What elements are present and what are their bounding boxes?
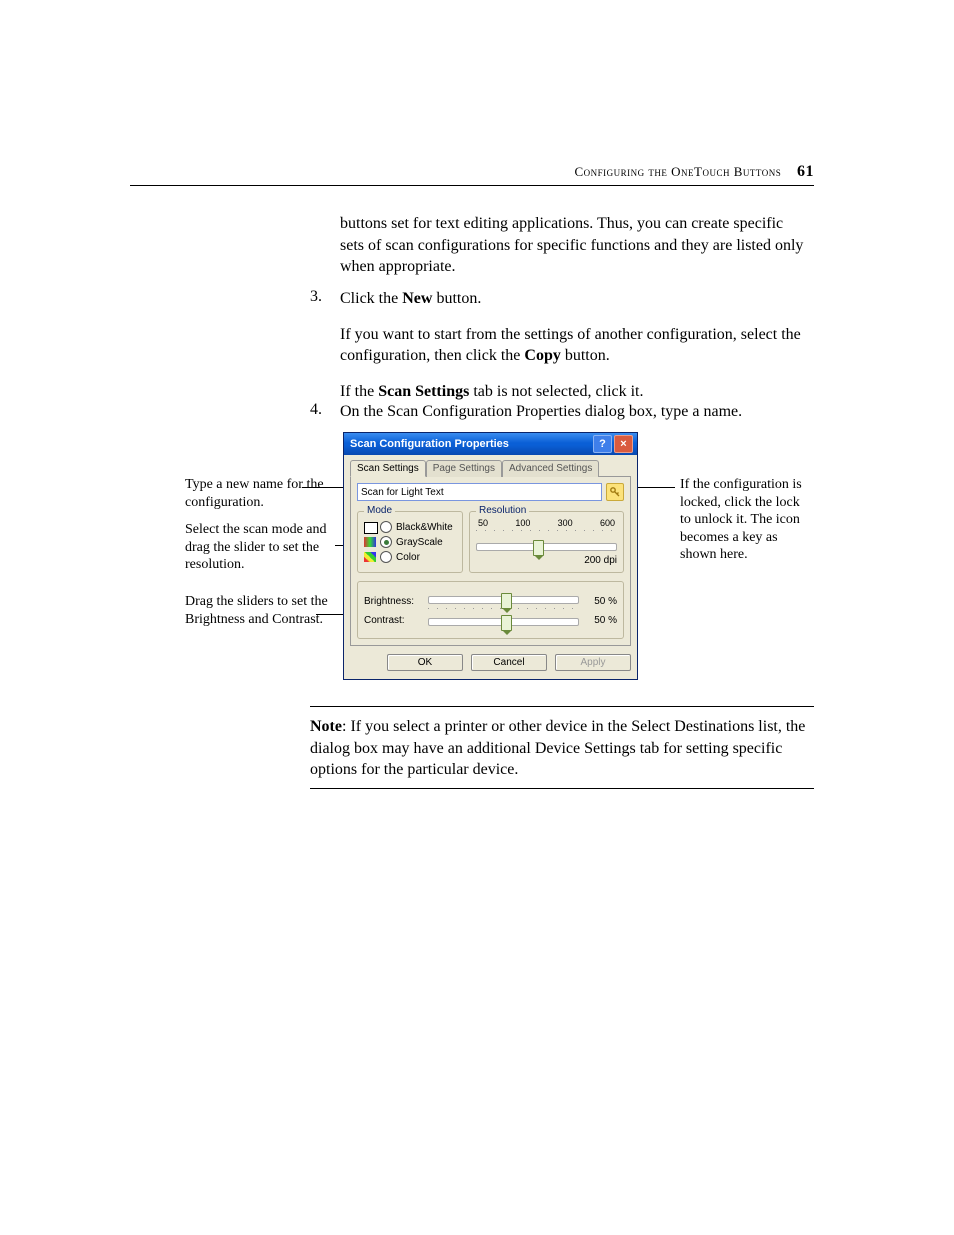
scan-settings-word: Scan Settings	[378, 383, 469, 400]
callout-lock: If the configuration is locked, click th…	[680, 476, 810, 564]
callout-name: Type a new name for the configuration.	[185, 476, 345, 511]
brightness-thumb[interactable]	[501, 593, 512, 609]
brightness-slider[interactable]	[428, 594, 579, 609]
running-header: Configuring the OneTouch Buttons 61	[310, 163, 814, 181]
color-swatch-icon	[364, 552, 376, 562]
intro-paragraph: buttons set for text editing application…	[340, 213, 810, 278]
contrast-slider[interactable]	[428, 616, 579, 626]
step-4-text: On the Scan Configuration Properties dia…	[340, 401, 810, 423]
contrast-thumb[interactable]	[501, 615, 512, 631]
tab-strip: Scan Settings Page Settings Advanced Set…	[350, 460, 631, 477]
dialog-title: Scan Configuration Properties	[350, 438, 509, 450]
resolution-legend: Resolution	[476, 505, 529, 516]
ok-button[interactable]: OK	[387, 654, 463, 671]
bw-swatch-icon	[364, 522, 376, 532]
note-text: If you select a printer or other device …	[310, 718, 805, 778]
header-rule	[130, 185, 814, 186]
help-icon[interactable]: ?	[593, 435, 612, 453]
contrast-label: Contrast:	[364, 615, 420, 626]
step-3-p2: If you want to start from the settings o…	[340, 324, 810, 367]
tab-page-settings[interactable]: Page Settings	[426, 460, 502, 477]
note-rule-bottom	[310, 788, 814, 789]
header-text: Configuring the OneTouch Buttons	[575, 164, 782, 179]
radio-color-label: Color	[396, 552, 420, 563]
resolution-value: 200 dpi	[476, 555, 617, 566]
apply-button[interactable]: Apply	[555, 654, 631, 671]
close-icon[interactable]: ×	[614, 435, 633, 453]
brightness-label: Brightness:	[364, 596, 420, 607]
mode-legend: Mode	[364, 505, 395, 516]
config-name-input[interactable]	[357, 483, 602, 501]
tab-panel: Mode Black&White GrayScale	[350, 476, 631, 646]
dialog-titlebar[interactable]: Scan Configuration Properties ? ×	[344, 433, 637, 455]
tab-advanced-settings[interactable]: Advanced Settings	[502, 460, 599, 477]
callout-sliders: Drag the sliders to set the Brightness a…	[185, 593, 345, 628]
key-icon[interactable]	[606, 483, 624, 501]
note-lead: Note	[310, 718, 342, 735]
scan-config-dialog: Scan Configuration Properties ? × Scan S…	[343, 432, 638, 680]
cancel-button[interactable]: Cancel	[471, 654, 547, 671]
radio-bw-row[interactable]: Black&White	[364, 521, 456, 533]
callout-mode: Select the scan mode and drag the slider…	[185, 521, 345, 574]
gs-swatch-icon	[364, 537, 376, 547]
radio-bw[interactable]	[380, 521, 392, 533]
resolution-scale: 50 100 300 600	[476, 518, 617, 528]
tab-scan-settings[interactable]: Scan Settings	[350, 460, 426, 477]
resolution-slider[interactable]	[476, 543, 617, 551]
brightness-value: 50 %	[587, 596, 617, 607]
radio-gs[interactable]	[380, 536, 392, 548]
dialog-buttons: OK Cancel Apply	[350, 654, 631, 671]
radio-color-row[interactable]: Color	[364, 551, 456, 563]
step-4-number: 4.	[310, 401, 322, 419]
note-paragraph: Note: If you select a printer or other d…	[310, 716, 810, 781]
page-number: 61	[797, 163, 814, 180]
radio-color[interactable]	[380, 551, 392, 563]
copy-word: Copy	[524, 347, 560, 364]
radio-bw-label: Black&White	[396, 522, 453, 533]
step-3-p3: If the Scan Settings tab is not selected…	[340, 381, 810, 403]
new-word: New	[402, 290, 432, 307]
resolution-thumb[interactable]	[533, 540, 544, 556]
contrast-value: 50 %	[587, 615, 617, 626]
resolution-group: Resolution 50 100 300 600 200 dpi	[469, 511, 624, 573]
radio-gs-label: GrayScale	[396, 537, 443, 548]
step-3-line1: Click the New button.	[340, 288, 810, 310]
resolution-ticks	[476, 530, 617, 531]
radio-gs-row[interactable]: GrayScale	[364, 536, 456, 548]
step-3-number: 3.	[310, 288, 322, 306]
brightness-contrast-group: Brightness: 50 % Contrast: 50 %	[357, 581, 624, 639]
note-rule-top	[310, 706, 814, 707]
mode-group: Mode Black&White GrayScale	[357, 511, 463, 573]
